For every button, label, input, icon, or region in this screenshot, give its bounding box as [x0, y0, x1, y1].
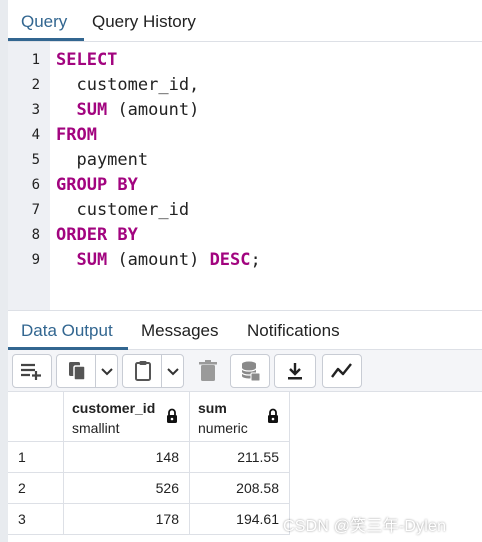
- tab-query[interactable]: Query: [21, 0, 67, 42]
- copy-button[interactable]: [56, 354, 118, 388]
- chevron-down-icon[interactable]: [99, 363, 115, 379]
- code-line-3: SUM (amount): [76, 100, 200, 120]
- sql-keyword: SUM: [76, 250, 108, 270]
- tab-data-output[interactable]: Data Output: [21, 311, 113, 351]
- sql-keyword: SUM: [76, 100, 108, 120]
- column-header-sum[interactable]: sum numeric: [190, 392, 290, 442]
- sql-keyword: SELECT: [56, 50, 118, 70]
- cell-customer-id[interactable]: 526: [64, 473, 190, 504]
- cell-customer-id[interactable]: 148: [64, 442, 190, 473]
- code-line-9: SUM (amount) DESC;: [76, 250, 261, 270]
- line-number-gutter: 1 2 3 4 5 6 7 8 9: [8, 42, 50, 310]
- save-data-icon: [241, 361, 261, 382]
- code-line-8: ORDER BY: [56, 225, 138, 245]
- row-number[interactable]: 1: [8, 442, 64, 473]
- chevron-down-icon[interactable]: [165, 363, 181, 379]
- row-number-header: [8, 392, 64, 442]
- data-output-toolbar: [8, 350, 482, 392]
- row-number[interactable]: 2: [8, 473, 64, 504]
- code-line-6: GROUP BY: [56, 175, 138, 195]
- lock-icon: [167, 408, 177, 423]
- download-button[interactable]: [274, 354, 316, 388]
- query-tabs: Query Query History: [8, 0, 482, 42]
- column-name: sum: [198, 400, 227, 416]
- graph-visualiser-icon: [331, 363, 352, 378]
- line-number: 1: [31, 52, 40, 68]
- save-data-button[interactable]: [230, 354, 270, 388]
- add-row-button[interactable]: [12, 354, 52, 388]
- code-line-2: customer_id,: [56, 75, 200, 95]
- cell-sum[interactable]: 194.61: [190, 504, 290, 535]
- add-row-icon: [21, 363, 41, 380]
- delete-button[interactable]: [188, 354, 228, 388]
- column-name: customer_id: [72, 400, 156, 416]
- watermark: CSDN @笑三年-Dylen: [283, 518, 447, 535]
- tab-messages[interactable]: Messages: [141, 311, 218, 351]
- sql-keyword: ORDER BY: [56, 225, 138, 245]
- graph-visualiser-button[interactable]: [322, 354, 362, 388]
- split-divider: [95, 355, 96, 387]
- line-number: 3: [31, 102, 40, 118]
- row-number[interactable]: 3: [8, 504, 64, 535]
- line-number: 5: [31, 152, 40, 168]
- sql-keyword: GROUP BY: [56, 175, 138, 195]
- active-tab-indicator: [8, 38, 84, 41]
- tab-query-history[interactable]: Query History: [92, 0, 196, 42]
- line-number: 6: [31, 177, 40, 193]
- code-line-7: customer_id: [56, 200, 190, 220]
- column-type: smallint: [72, 420, 120, 436]
- sql-keyword: DESC: [209, 250, 251, 270]
- line-number: 2: [31, 77, 40, 93]
- code-line-1: SELECT: [56, 50, 117, 70]
- sql-editor[interactable]: 1 2 3 4 5 6 7 8 9 SELECT customer_id, SU…: [8, 42, 482, 310]
- tab-notifications[interactable]: Notifications: [247, 311, 340, 351]
- line-number: 4: [31, 127, 40, 143]
- output-tabs: Data Output Messages Notifications: [8, 310, 482, 350]
- download-icon: [288, 363, 302, 380]
- code-line-5: payment: [56, 150, 149, 170]
- line-number: 7: [31, 202, 40, 218]
- copy-icon: [69, 362, 86, 381]
- delete-icon: [199, 360, 217, 381]
- code-line-4: FROM: [56, 125, 97, 145]
- line-number: 8: [31, 227, 40, 243]
- column-type: numeric: [198, 420, 248, 436]
- split-divider: [161, 355, 162, 387]
- paste-button[interactable]: [122, 354, 184, 388]
- cell-sum[interactable]: 208.58: [190, 473, 290, 504]
- line-number: 9: [31, 252, 40, 268]
- paste-icon: [135, 361, 151, 381]
- lock-icon: [268, 408, 278, 423]
- column-header-customer-id[interactable]: customer_id smallint: [64, 392, 190, 442]
- sql-keyword: FROM: [56, 125, 97, 145]
- cell-customer-id[interactable]: 178: [64, 504, 190, 535]
- cell-sum[interactable]: 211.55: [190, 442, 290, 473]
